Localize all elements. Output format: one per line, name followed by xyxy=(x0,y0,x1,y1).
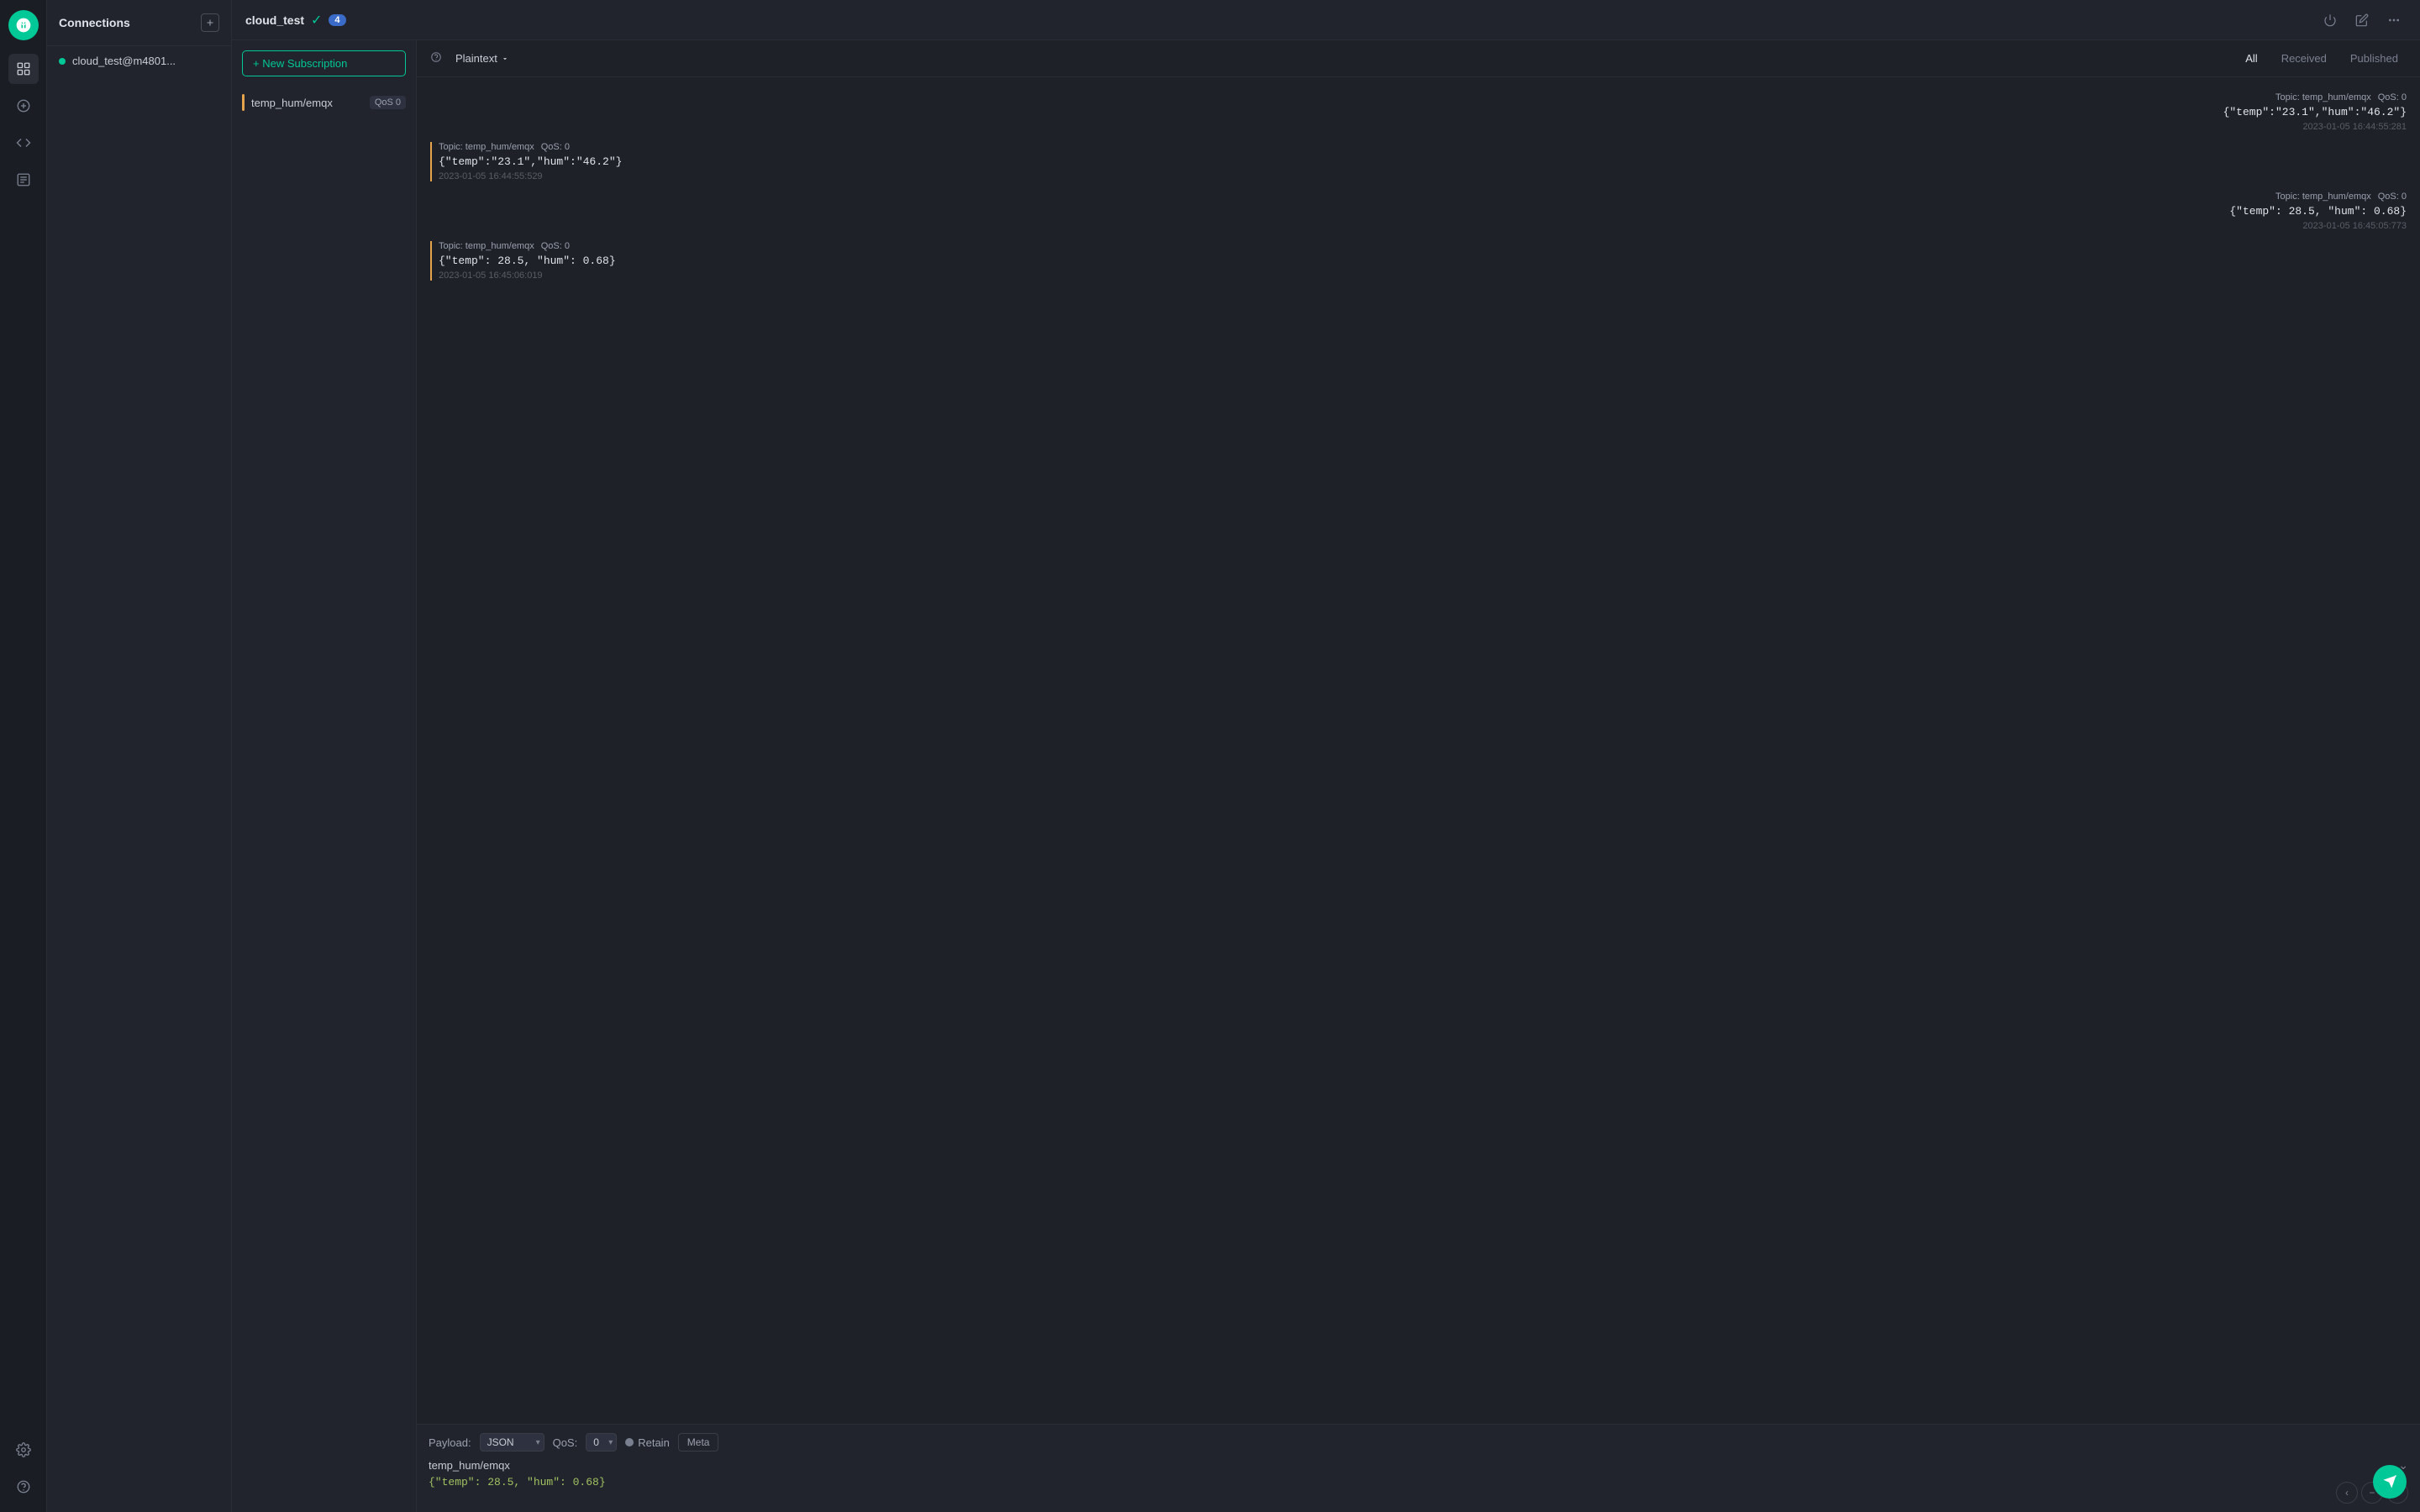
format-label: Plaintext xyxy=(455,52,497,65)
message-timestamp: 2023-01-05 16:45:05:773 xyxy=(2302,221,2407,231)
topic-input[interactable] xyxy=(429,1459,2398,1472)
sidebar-header: Connections xyxy=(47,0,231,46)
code-icon[interactable] xyxy=(8,128,39,158)
qos-label: QoS: xyxy=(553,1436,578,1449)
connections-icon[interactable] xyxy=(8,54,39,84)
message-topic: Topic: temp_hum/emqx xyxy=(2275,192,2371,202)
message-qos: QoS: 0 xyxy=(541,241,570,251)
settings-icon[interactable] xyxy=(8,1435,39,1465)
qos-select-wrap[interactable]: 0 1 2 xyxy=(586,1433,617,1452)
help-circle-icon xyxy=(430,51,442,66)
payload-input[interactable]: {"temp": 28.5, "hum": 0.68} xyxy=(429,1476,2329,1501)
publish-toolbar: Payload: JSON Plaintext Hex Base64 QoS: … xyxy=(429,1433,2408,1452)
message-meta: Topic: temp_hum/emqx QoS: 0 xyxy=(439,241,616,251)
message-topic: Topic: temp_hum/emqx xyxy=(439,142,534,152)
payload-format-select-wrap[interactable]: JSON Plaintext Hex Base64 xyxy=(480,1433,544,1452)
topbar: cloud_test ✓ 4 xyxy=(232,0,2420,40)
add-connection-button[interactable] xyxy=(201,13,219,32)
subscription-topic: temp_hum/emqx xyxy=(251,97,363,109)
table-row: Topic: temp_hum/emqx QoS: 0 {"temp":"23.… xyxy=(417,137,2420,186)
message-topic: Topic: temp_hum/emqx xyxy=(439,241,534,251)
sidebar: Connections cloud_test@m4801... xyxy=(47,0,232,1512)
message-qos: QoS: 0 xyxy=(541,142,570,152)
connection-check-icon: ✓ xyxy=(311,12,322,29)
received-message: Topic: temp_hum/emqx QoS: 0 {"temp": 28.… xyxy=(430,241,616,281)
retain-label: Retain xyxy=(638,1436,670,1449)
message-meta: Topic: temp_hum/emqx QoS: 0 xyxy=(2275,192,2407,202)
format-selector-button[interactable]: Plaintext xyxy=(449,49,516,68)
edit-button[interactable] xyxy=(2349,8,2375,33)
messages-list: Topic: temp_hum/emqx QoS: 0 {"temp":"23.… xyxy=(417,77,2420,1424)
message-toolbar: Plaintext All Received Published xyxy=(417,40,2420,77)
meta-button[interactable]: Meta xyxy=(678,1433,719,1452)
add-icon[interactable] xyxy=(8,91,39,121)
table-row: Topic: temp_hum/emqx QoS: 0 {"temp": 28.… xyxy=(417,186,2420,236)
new-subscription-button[interactable]: + New Subscription xyxy=(242,50,406,76)
more-menu-button[interactable] xyxy=(2381,8,2407,33)
retain-dot-icon xyxy=(625,1438,634,1446)
message-timestamp: 2023-01-05 16:45:06:019 xyxy=(439,270,616,281)
message-content: {"temp": 28.5, "hum": 0.68} xyxy=(2229,205,2407,218)
message-qos: QoS: 0 xyxy=(2378,192,2407,202)
publish-bottom-row: {"temp": 28.5, "hum": 0.68} ‹ − › xyxy=(429,1476,2408,1504)
connection-name: cloud_test@m4801... xyxy=(72,55,176,67)
subscription-color-indicator xyxy=(242,94,245,111)
subscription-count-badge: 4 xyxy=(329,14,345,26)
main-area: cloud_test ✓ 4 + New Subscription xyxy=(232,0,2420,1512)
message-timestamp: 2023-01-05 16:44:55:529 xyxy=(439,171,622,181)
filter-received-button[interactable]: Received xyxy=(2273,49,2335,68)
send-message-button[interactable] xyxy=(2373,1465,2407,1499)
message-topic: Topic: temp_hum/emqx xyxy=(2275,92,2371,102)
message-meta: Topic: temp_hum/emqx QoS: 0 xyxy=(2275,92,2407,102)
logs-icon[interactable] xyxy=(8,165,39,195)
message-content: {"temp": 28.5, "hum": 0.68} xyxy=(439,255,616,267)
message-content: {"temp":"23.1","hum":"46.2"} xyxy=(2223,106,2407,118)
table-row: Topic: temp_hum/emqx QoS: 0 {"temp":"23.… xyxy=(417,87,2420,137)
topic-row: ⌄ xyxy=(429,1458,2408,1473)
prev-message-button[interactable]: ‹ xyxy=(2336,1482,2358,1504)
published-message: Topic: temp_hum/emqx QoS: 0 {"temp":"23.… xyxy=(2223,92,2407,132)
icon-bar xyxy=(0,0,47,1512)
message-meta: Topic: temp_hum/emqx QoS: 0 xyxy=(439,142,622,152)
sidebar-item-connection[interactable]: cloud_test@m4801... xyxy=(47,46,231,76)
retain-toggle[interactable]: Retain xyxy=(625,1436,670,1449)
publish-area: Payload: JSON Plaintext Hex Base64 QoS: … xyxy=(417,1424,2420,1512)
published-message: Topic: temp_hum/emqx QoS: 0 {"temp": 28.… xyxy=(2229,192,2407,231)
content-area: + New Subscription temp_hum/emqx QoS 0 xyxy=(232,40,2420,1512)
payload-area: {"temp": 28.5, "hum": 0.68} xyxy=(429,1476,2329,1504)
received-message: Topic: temp_hum/emqx QoS: 0 {"temp":"23.… xyxy=(430,142,622,181)
filter-all-button[interactable]: All xyxy=(2237,49,2265,68)
help-icon[interactable] xyxy=(8,1472,39,1502)
message-content: {"temp":"23.1","hum":"46.2"} xyxy=(439,155,622,168)
filter-published-button[interactable]: Published xyxy=(2342,49,2407,68)
app-logo[interactable] xyxy=(8,10,39,40)
subscription-item[interactable]: temp_hum/emqx QoS 0 xyxy=(232,87,416,118)
subscriptions-panel: + New Subscription temp_hum/emqx QoS 0 xyxy=(232,40,417,1512)
table-row: Topic: temp_hum/emqx QoS: 0 {"temp": 28.… xyxy=(417,236,2420,286)
messages-area: Plaintext All Received Published Topic: … xyxy=(417,40,2420,1512)
payload-format-select[interactable]: JSON Plaintext Hex Base64 xyxy=(480,1433,544,1452)
power-button[interactable] xyxy=(2317,8,2343,33)
topbar-title: cloud_test xyxy=(245,13,304,27)
payload-label: Payload: xyxy=(429,1436,471,1449)
subscription-qos-badge: QoS 0 xyxy=(370,96,406,109)
connection-status-dot xyxy=(59,58,66,65)
message-timestamp: 2023-01-05 16:44:55:281 xyxy=(2302,122,2407,132)
sidebar-title: Connections xyxy=(59,16,130,29)
qos-select[interactable]: 0 1 2 xyxy=(586,1433,617,1452)
message-qos: QoS: 0 xyxy=(2378,92,2407,102)
